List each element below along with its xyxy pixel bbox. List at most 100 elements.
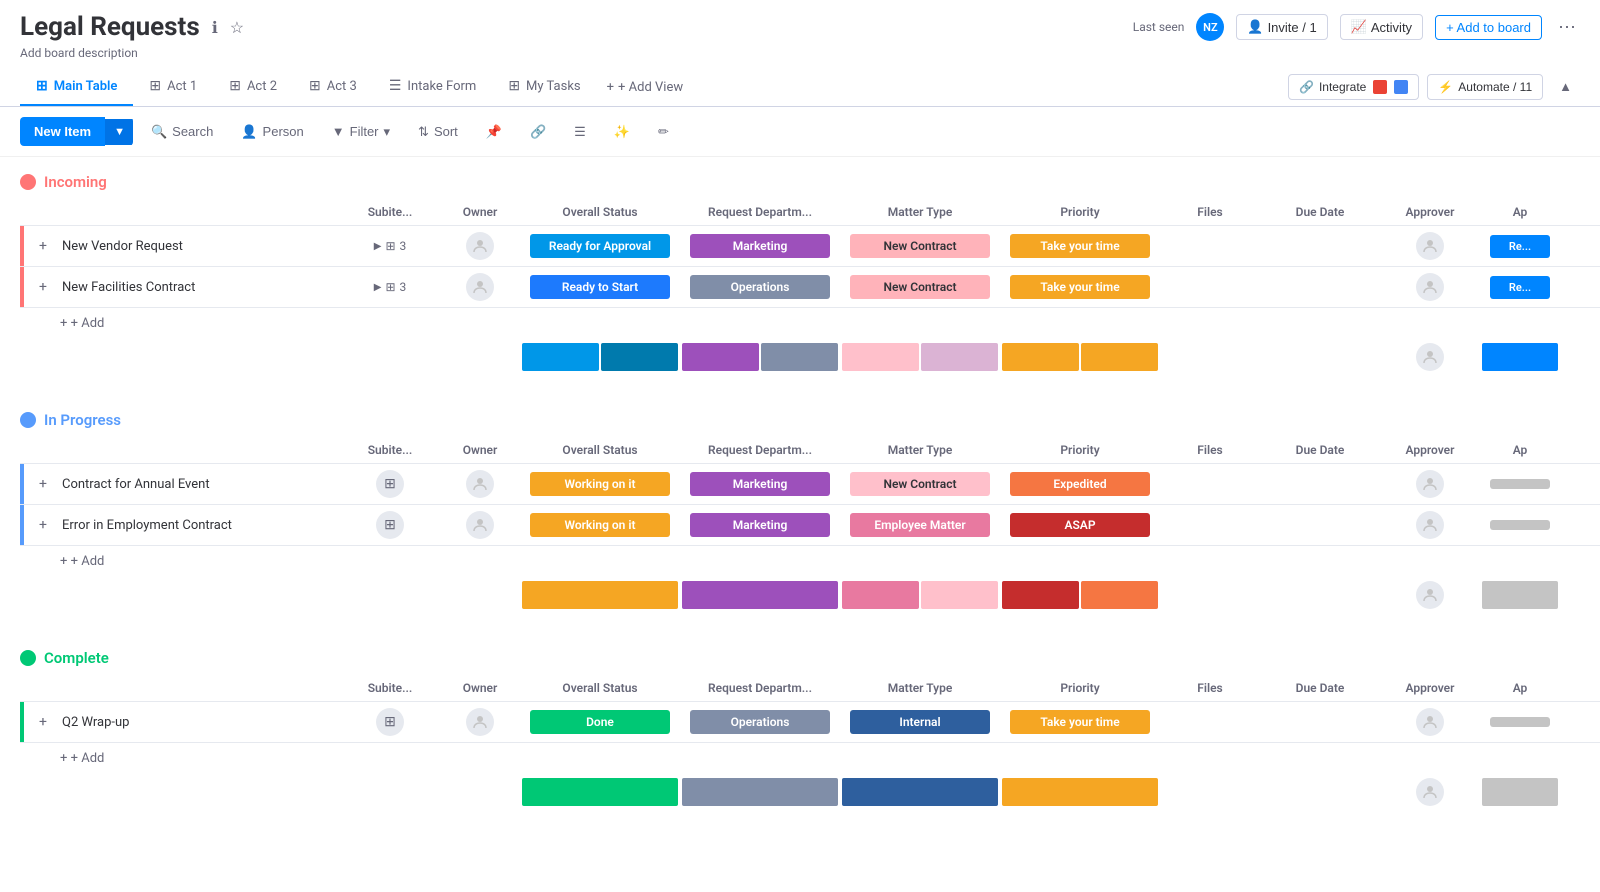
search-button[interactable]: 🔍 Search <box>141 118 223 146</box>
cell-owner[interactable] <box>440 511 520 539</box>
row-name[interactable]: New Vendor Request <box>62 239 183 254</box>
add-subitem-icon[interactable]: + <box>32 514 54 536</box>
subitem-expand[interactable]: ▶ ⊞ 3 <box>374 239 407 253</box>
filter-button[interactable]: ▼ Filter ▾ <box>322 118 400 146</box>
tab-main-table[interactable]: ⊞ Main Table <box>20 68 133 106</box>
cell-ap[interactable] <box>1480 520 1560 530</box>
tab-my-tasks[interactable]: ⊞ My Tasks <box>492 68 596 106</box>
row-name[interactable]: Q2 Wrap-up <box>62 715 129 730</box>
board-description[interactable]: Add board description <box>0 46 1600 68</box>
cell-priority[interactable]: Take your time <box>1000 710 1160 734</box>
cell-priority[interactable]: Take your time <box>1000 275 1160 299</box>
group-inprogress-name[interactable]: In Progress <box>44 411 121 429</box>
cell-dept[interactable]: Marketing <box>680 513 840 537</box>
collapse-button[interactable]: ▲ <box>1551 79 1580 95</box>
cell-priority[interactable]: Expedited <box>1000 472 1160 496</box>
cell-approver[interactable] <box>1380 708 1480 736</box>
cell-status[interactable]: Working on it <box>520 513 680 537</box>
group-complete-name[interactable]: Complete <box>44 649 109 667</box>
status-pill: Ready for Approval <box>530 234 670 258</box>
cell-dept[interactable]: Marketing <box>680 472 840 496</box>
rows-icon: ☰ <box>574 124 586 140</box>
col-headers-incoming: Subite... Owner Overall Status Request D… <box>20 199 1600 226</box>
tab-intake-form[interactable]: ☰ Intake Form <box>373 68 492 106</box>
cell-status[interactable]: Ready for Approval <box>520 234 680 258</box>
cell-status[interactable]: Ready to Start <box>520 275 680 299</box>
summary-bar <box>601 343 678 371</box>
cell-owner[interactable] <box>440 232 520 260</box>
cell-ap[interactable]: Re... <box>1480 276 1560 299</box>
cell-subitem[interactable]: ⊞ <box>340 511 440 539</box>
tab-act2-icon: ⊞ <box>229 78 241 94</box>
cell-matter[interactable]: New Contract <box>840 472 1000 496</box>
add-to-board-button[interactable]: + Add to board <box>1435 15 1542 40</box>
edit-button[interactable]: ✏ <box>648 118 679 146</box>
cell-dept[interactable]: Operations <box>680 710 840 734</box>
summary-ap <box>1480 579 1560 611</box>
tab-act3[interactable]: ⊞ Act 3 <box>293 68 373 106</box>
priority-pill: Take your time <box>1010 275 1150 299</box>
cell-owner[interactable] <box>440 708 520 736</box>
add-row-inprogress[interactable]: + + Add <box>20 546 1600 577</box>
add-subitem-icon[interactable]: + <box>32 276 54 298</box>
subitem-icon: ⊞ <box>376 470 404 498</box>
cell-approver[interactable] <box>1380 232 1480 260</box>
cell-owner[interactable] <box>440 273 520 301</box>
add-subitem-icon[interactable]: + <box>32 235 54 257</box>
row-name[interactable]: New Facilities Contract <box>62 280 195 295</box>
cell-approver[interactable] <box>1380 470 1480 498</box>
add-view-button[interactable]: + + Add View <box>597 75 693 100</box>
cell-ap[interactable]: Re... <box>1480 235 1560 258</box>
more-options-button[interactable]: ⋯ <box>1554 13 1580 42</box>
integrate-button[interactable]: 🔗 Integrate <box>1288 74 1419 100</box>
cell-subitem[interactable]: ⊞ <box>340 470 440 498</box>
add-subitem-icon[interactable]: + <box>32 711 54 733</box>
filter-icon: ▼ <box>332 124 345 139</box>
tab-act2[interactable]: ⊞ Act 2 <box>213 68 293 106</box>
cell-status[interactable]: Working on it <box>520 472 680 496</box>
ap-pill <box>1490 479 1550 489</box>
new-item-button[interactable]: New Item <box>20 117 105 146</box>
cell-subitem[interactable]: ⊞ <box>340 708 440 736</box>
rows-button[interactable]: ☰ <box>564 118 596 146</box>
pin-button[interactable]: 📌 <box>476 118 512 146</box>
col-header-owner: Owner <box>440 681 520 695</box>
cell-matter[interactable]: Internal <box>840 710 1000 734</box>
automate-button[interactable]: ⚡ Automate / 11 <box>1427 74 1543 100</box>
cell-ap[interactable] <box>1480 479 1560 489</box>
subitem-expand[interactable]: ▶ ⊞ 3 <box>374 280 407 294</box>
group-complete: Complete Subite... Owner Overall Status … <box>20 633 1600 810</box>
person-filter-button[interactable]: 👤 Person <box>231 118 313 146</box>
row-name[interactable]: Contract for Annual Event <box>62 477 210 492</box>
activity-button[interactable]: 📈 Activity <box>1340 14 1423 40</box>
summary-bar <box>1482 581 1558 609</box>
add-subitem-icon[interactable]: + <box>32 473 54 495</box>
tab-act1[interactable]: ⊞ Act 1 <box>133 68 213 106</box>
cell-matter[interactable]: New Contract <box>840 234 1000 258</box>
link-button[interactable]: 🔗 <box>520 118 556 146</box>
summary-status <box>520 579 680 611</box>
cell-priority[interactable]: Take your time <box>1000 234 1160 258</box>
cell-approver[interactable] <box>1380 273 1480 301</box>
add-row-complete[interactable]: + + Add <box>20 743 1600 774</box>
cell-ap[interactable] <box>1480 717 1560 727</box>
cell-matter[interactable]: New Contract <box>840 275 1000 299</box>
owner-avatar <box>466 232 494 260</box>
cell-matter[interactable]: Employee Matter <box>840 513 1000 537</box>
cell-owner[interactable] <box>440 470 520 498</box>
cell-dept[interactable]: Operations <box>680 275 840 299</box>
info-icon[interactable]: ℹ <box>212 18 218 37</box>
cell-status[interactable]: Done <box>520 710 680 734</box>
cell-dept[interactable]: Marketing <box>680 234 840 258</box>
add-row-incoming[interactable]: + + Add <box>20 308 1600 339</box>
group-incoming-name[interactable]: Incoming <box>44 173 107 191</box>
search-icon: 🔍 <box>151 124 167 140</box>
cell-approver[interactable] <box>1380 511 1480 539</box>
cell-priority[interactable]: ASAP <box>1000 513 1160 537</box>
new-item-dropdown-button[interactable]: ▼ <box>105 119 133 145</box>
magic-button[interactable]: ✨ <box>604 118 640 146</box>
star-icon[interactable]: ☆ <box>230 18 244 37</box>
invite-button[interactable]: 👤 Invite / 1 <box>1236 14 1327 40</box>
row-name[interactable]: Error in Employment Contract <box>62 518 232 533</box>
sort-button[interactable]: ⇅ Sort <box>408 118 468 146</box>
